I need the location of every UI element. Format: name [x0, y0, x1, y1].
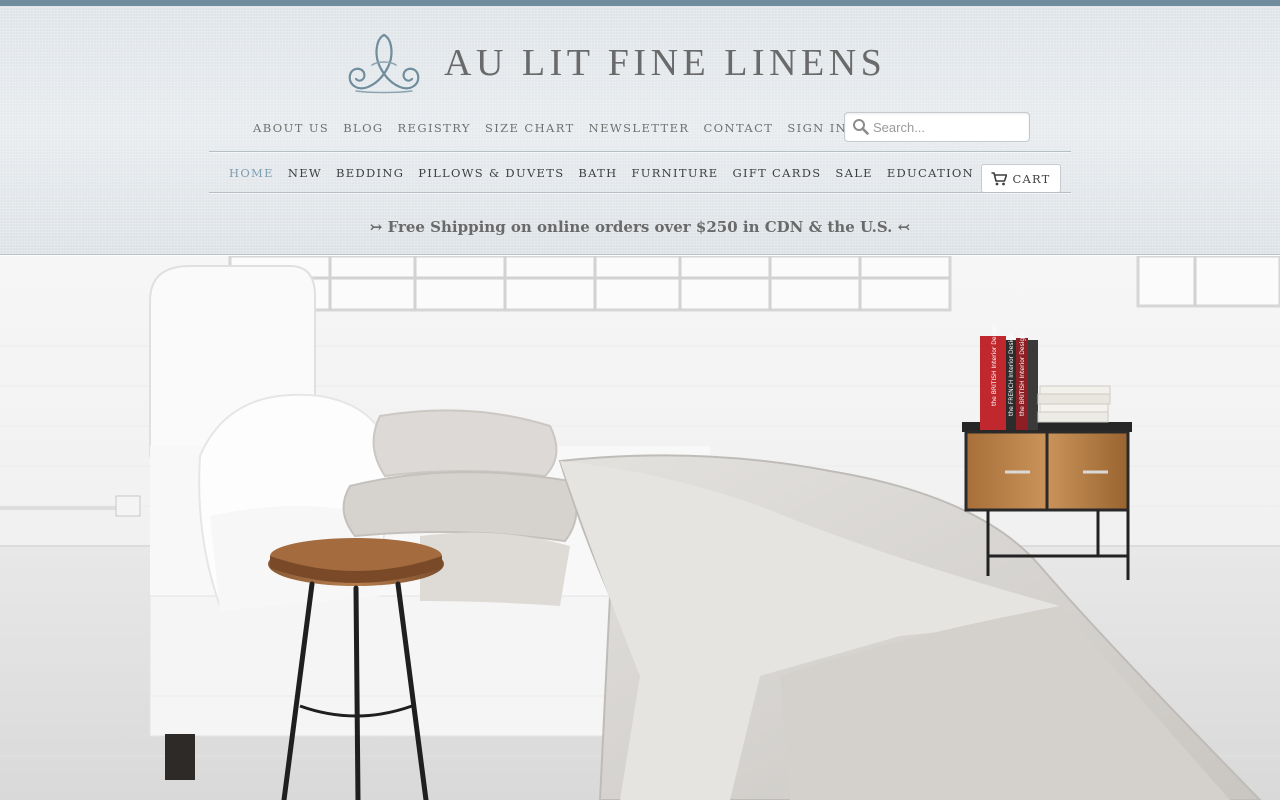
util-link-newsletter[interactable]: NEWSLETTER [589, 121, 690, 135]
brand-name: AU LIT FINE LINENS [444, 42, 887, 84]
site-header: AU LIT FINE LINENS ABOUT US BLOG REGISTR… [0, 6, 1280, 255]
nav-pillows-duvets[interactable]: PILLOWS & DUVETS [418, 166, 564, 180]
util-link-sign-in[interactable]: SIGN IN [787, 121, 847, 135]
nav-gift-cards[interactable]: GIFT CARDS [733, 166, 822, 180]
site-logo[interactable]: AU LIT FINE LINENS [346, 28, 946, 98]
nav-new[interactable]: NEW [288, 166, 322, 180]
nav-education[interactable]: EDUCATION [887, 166, 974, 180]
book-spine-1: the BRITISH Interior Design [991, 324, 998, 406]
cart-label: CART [1012, 171, 1051, 186]
cart-button[interactable]: CART [981, 164, 1061, 193]
util-link-contact[interactable]: CONTACT [703, 121, 773, 135]
nav-bedding[interactable]: BEDDING [336, 166, 404, 180]
search-box [844, 112, 1030, 142]
search-icon[interactable] [852, 118, 870, 136]
free-shipping-banner: ↣ Free Shipping on online orders over $2… [369, 218, 911, 236]
nav-bath[interactable]: BATH [578, 166, 617, 180]
util-link-size-chart[interactable]: SIZE CHART [485, 121, 575, 135]
util-link-blog[interactable]: BLOG [343, 121, 383, 135]
cart-icon [991, 171, 1008, 185]
util-link-registry[interactable]: REGISTRY [398, 121, 471, 135]
nav-divider-bottom [209, 192, 1071, 194]
main-nav: HOME NEW BEDDING PILLOWS & DUVETS BATH F… [222, 165, 981, 181]
book-spine-2: the FRENCH Interior Design [1008, 333, 1015, 416]
util-link-about-us[interactable]: ABOUT US [253, 121, 329, 135]
nav-sale[interactable]: SALE [835, 166, 872, 180]
search-input[interactable] [873, 119, 1023, 135]
nav-divider-top [209, 151, 1071, 153]
nav-home[interactable]: HOME [229, 166, 274, 180]
script-monogram-icon [348, 33, 420, 94]
book-spine-3: the BRITISH Interior Design [1019, 334, 1026, 416]
hero-bedroom-image: the BRITISH Interior Design the FRENCH I… [0, 256, 1280, 800]
nav-furniture[interactable]: FURNITURE [631, 166, 718, 180]
utility-nav: ABOUT US BLOG REGISTRY SIZE CHART NEWSLE… [253, 120, 861, 136]
